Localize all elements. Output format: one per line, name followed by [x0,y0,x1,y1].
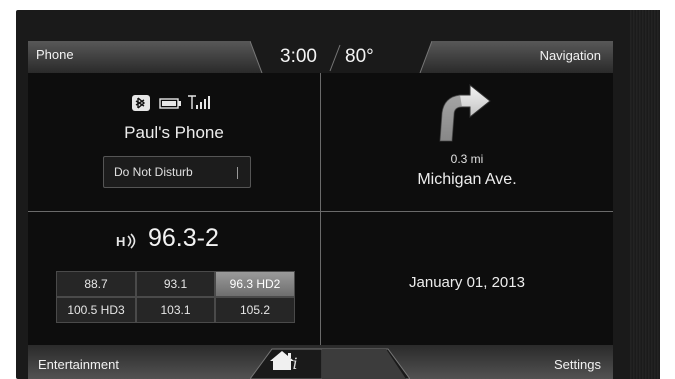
signal-icon [188,95,210,109]
clock-temp-tab: 3:00 80° [250,41,432,73]
phone-status-icons [132,95,210,111]
do-not-disturb-label: Do Not Disturb [114,165,193,179]
tab-phone[interactable]: Phone [36,47,74,62]
preset-button[interactable]: 105.2 [215,297,295,323]
preset-button[interactable]: 100.5 HD3 [56,297,136,323]
top-bar: Phone 3:00 80° Navigation [28,41,613,73]
touch-screen: Phone 3:00 80° Navigation Paul's Phone D… [28,41,613,379]
bottom-center-tabs: i [250,345,410,379]
tab-entertainment[interactable]: Entertainment [38,357,119,372]
quadrant-divider-horizontal [28,211,613,212]
do-not-disturb-button[interactable]: Do Not Disturb [103,156,251,188]
preset-button[interactable]: 88.7 [56,271,136,297]
bottom-bar: Entertainment i Settings [28,345,613,379]
turn-right-arrow-icon [439,83,491,142]
clock-tab-shape [250,41,432,73]
bezel-right-edge [630,10,660,379]
preset-button[interactable]: 103.1 [136,297,215,323]
tab-navigation[interactable]: Navigation [540,48,601,63]
battery-icon [159,98,181,109]
current-station: 96.3-2 [148,224,219,252]
svg-text:H: H [116,234,125,249]
hd-radio-icon: H [116,233,136,249]
tab-settings[interactable]: Settings [554,357,601,372]
next-street: Michigan Ave. [417,171,517,188]
preset-button-active[interactable]: 96.3 HD2 [215,271,295,297]
preset-button[interactable]: 93.1 [136,271,215,297]
phone-device-name: Paul's Phone [124,123,224,142]
current-date: January 01, 2013 [409,274,525,291]
toggle-indicator [237,167,238,179]
clock: 3:00 [280,46,317,67]
radio-presets: 88.7 93.1 96.3 HD2 100.5 HD3 103.1 105.2 [56,271,295,323]
quadrant-divider-vertical [320,73,321,345]
home-icon[interactable] [250,345,314,376]
turn-distance: 0.3 mi [450,152,484,166]
outside-temperature: 80° [345,46,374,67]
bluetooth-icon [132,95,150,111]
